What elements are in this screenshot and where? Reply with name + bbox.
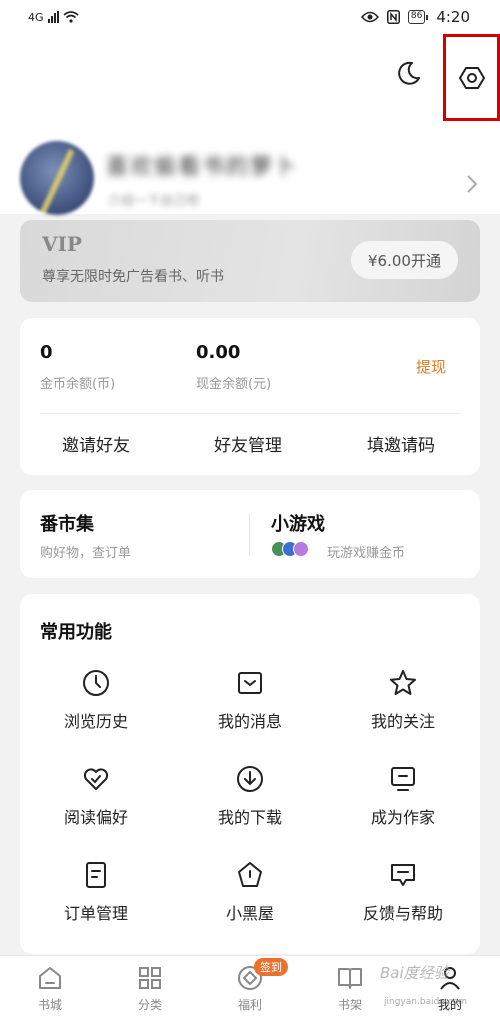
coins-label: 金币余额(币) <box>40 377 116 392</box>
balance-card: 0 金币余额(币) 0.00 现金余额(元) 提现 邀请好友 好友管理 填邀请码 <box>20 318 480 475</box>
tab-welfare[interactable]: 福利 签到 <box>215 958 288 1013</box>
function-label: 我的消息 <box>217 712 282 731</box>
black-room-item[interactable]: 小黑屋 <box>185 860 315 930</box>
status-left: 4G <box>28 11 79 24</box>
download-icon <box>237 766 263 792</box>
market-games-card: 番市集 购好物，查订单 小游戏 玩游戏赚金币 <box>20 490 480 578</box>
nfc-icon <box>386 10 400 24</box>
tab-category[interactable]: 分类 <box>115 964 185 1013</box>
star-icon <box>390 670 416 695</box>
night-mode-button[interactable] <box>392 56 426 90</box>
status-bar: 4G 86 4:20 <box>0 0 500 34</box>
monitor-icon <box>391 767 415 791</box>
clock-time: 4:20 <box>436 8 470 26</box>
market-title: 番市集 <box>40 514 94 535</box>
user-subtitle: 介绍一下自己吧 <box>108 194 200 209</box>
feedback-icon <box>391 864 415 886</box>
home-icon <box>39 967 61 989</box>
tab-bookstore[interactable]: 书城 <box>15 964 85 1013</box>
vertical-divider <box>249 514 250 556</box>
invite-code-link[interactable]: 填邀请码 <box>367 431 435 456</box>
coins-balance[interactable]: 0 金币余额(币) <box>40 342 115 392</box>
tab-label: 福利 <box>237 998 262 1012</box>
tab-label: 书架 <box>337 998 362 1012</box>
inbox-icon <box>238 672 262 694</box>
become-writer-item[interactable]: 成为作家 <box>338 764 468 834</box>
function-label: 浏览历史 <box>63 712 128 731</box>
game-avatars-icon <box>271 541 309 557</box>
common-functions-card: 常用功能 浏览历史 我的消息 我的关注 阅读偏好 我的下载 成为作家 订单管理 … <box>20 594 480 954</box>
wifi-icon <box>63 11 79 23</box>
order-management-item[interactable]: 订单管理 <box>31 860 161 930</box>
reading-preference-item[interactable]: 阅读偏好 <box>31 764 161 834</box>
battery-level: 86 <box>407 10 426 24</box>
moon-icon <box>398 61 420 85</box>
function-label: 阅读偏好 <box>63 808 128 827</box>
function-label: 小黑屋 <box>225 904 274 923</box>
withdraw-button[interactable]: 提现 <box>416 356 446 377</box>
cash-label: 现金余额(元) <box>196 377 272 392</box>
function-label: 订单管理 <box>63 904 128 923</box>
my-follows-item[interactable]: 我的关注 <box>338 668 468 738</box>
book-icon <box>338 968 362 989</box>
divider <box>40 413 460 414</box>
user-name[interactable]: 喜欢偷看书的萝卜 <box>106 149 298 181</box>
watermark-url: jingyan.baidu.com <box>384 997 468 1007</box>
status-right: 86 4:20 <box>360 8 470 26</box>
watermark: Bai度经验 <box>380 964 449 982</box>
function-label: 成为作家 <box>370 808 435 827</box>
vip-title: VIP <box>42 232 82 256</box>
market-subtitle: 购好物，查订单 <box>40 546 132 561</box>
feedback-help-item[interactable]: 反馈与帮助 <box>338 860 468 930</box>
friends-manage-link[interactable]: 好友管理 <box>214 431 282 456</box>
coins-value: 0 <box>40 342 53 363</box>
vip-open-button[interactable]: ¥6.00开通 <box>351 241 458 279</box>
battery-icon: 86 <box>407 10 429 24</box>
function-label: 我的关注 <box>370 712 435 731</box>
invite-friends-link[interactable]: 邀请好友 <box>62 431 130 456</box>
chevron-right-icon[interactable] <box>466 174 478 194</box>
games-title: 小游戏 <box>271 514 325 535</box>
tab-bookshelf[interactable]: 书架 <box>315 964 385 1013</box>
games-subtitle: 玩游戏赚金币 <box>327 546 406 561</box>
vip-description: 尊享无限时免广告看书、听书 <box>42 269 224 285</box>
order-icon <box>86 862 106 888</box>
browse-history-item[interactable]: 浏览历史 <box>31 668 161 738</box>
network-type: 4G <box>28 10 44 24</box>
my-downloads-item[interactable]: 我的下载 <box>185 764 315 834</box>
tab-label: 分类 <box>137 998 162 1012</box>
vip-card[interactable]: VIP 尊享无限时免广告看书、听书 ¥6.00开通 <box>20 220 480 302</box>
my-messages-item[interactable]: 我的消息 <box>185 668 315 738</box>
pentagon-icon <box>238 862 262 887</box>
checkin-badge: 签到 <box>254 958 288 976</box>
eye-icon <box>360 11 379 23</box>
grid-icon <box>139 967 161 989</box>
cash-balance[interactable]: 0.00 现金余额(元) <box>196 342 271 392</box>
avatar[interactable] <box>20 141 94 215</box>
clock-icon <box>83 670 109 696</box>
functions-title: 常用功能 <box>40 622 112 643</box>
profile-header: 喜欢偷看书的萝卜 介绍一下自己吧 <box>0 34 500 215</box>
settings-button[interactable] <box>443 34 500 121</box>
function-label: 反馈与帮助 <box>362 904 443 923</box>
heart-icon <box>83 768 109 790</box>
cash-value: 0.00 <box>196 342 241 363</box>
tab-label: 书城 <box>37 998 62 1012</box>
signal-icon <box>47 11 59 23</box>
settings-hexagon-icon <box>458 66 485 89</box>
function-label: 我的下载 <box>217 808 282 827</box>
